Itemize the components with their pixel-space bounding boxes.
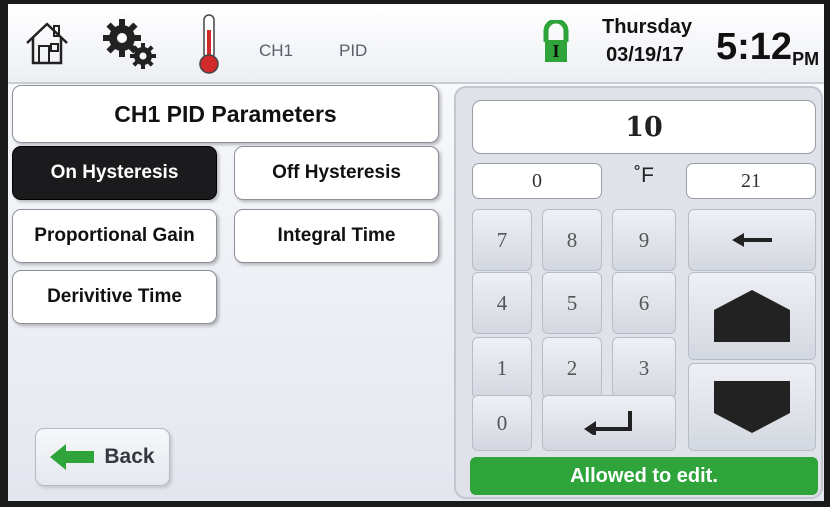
clock: 5:12PM — [716, 26, 819, 69]
gear-icon[interactable] — [100, 16, 160, 72]
edit-status-banner: Allowed to edit. — [470, 457, 818, 495]
enter-button[interactable] — [542, 395, 676, 451]
derivative-time-button[interactable]: Derivitive Time — [12, 270, 217, 324]
key-1[interactable]: 1 — [472, 337, 532, 399]
min-value: 0 — [472, 163, 602, 199]
max-value: 21 — [686, 163, 816, 199]
value-display[interactable]: 10 — [472, 100, 816, 154]
thermometer-icon[interactable] — [196, 12, 222, 76]
key-7[interactable]: 7 — [472, 209, 532, 271]
lock-icon[interactable]: I — [541, 20, 571, 62]
breadcrumb-channel: CH1 — [259, 41, 294, 60]
page-title: CH1 PID Parameters — [12, 85, 439, 143]
off-hysteresis-button[interactable]: Off Hysteresis — [234, 146, 439, 200]
date: 03/19/17 — [606, 44, 684, 66]
back-label: Back — [104, 445, 155, 468]
key-2[interactable]: 2 — [542, 337, 602, 399]
on-hysteresis-button[interactable]: On Hysteresis — [12, 146, 217, 200]
integral-time-button[interactable]: Integral Time — [234, 209, 439, 263]
key-8[interactable]: 8 — [542, 209, 602, 271]
unit-label: ˚F — [634, 164, 654, 187]
home-icon[interactable] — [22, 18, 72, 68]
back-arrow-icon — [50, 444, 95, 470]
breadcrumb-page: PID — [339, 41, 368, 60]
up-button[interactable] — [688, 272, 816, 360]
enter-icon — [584, 411, 632, 435]
back-button[interactable]: Back — [35, 428, 170, 486]
top-bar: CH1 PID I Thursday 03/19/17 5:12PM — [8, 4, 824, 84]
clock-ampm: PM — [792, 49, 820, 69]
down-button[interactable] — [688, 363, 816, 451]
key-5[interactable]: 5 — [542, 272, 602, 334]
key-6[interactable]: 6 — [612, 272, 676, 334]
lock-badge: I — [552, 41, 560, 61]
key-4[interactable]: 4 — [472, 272, 532, 334]
clock-time: 5:12 — [716, 26, 793, 68]
up-arrow-icon — [714, 290, 790, 342]
backspace-button[interactable] — [688, 209, 816, 271]
backspace-icon — [732, 233, 772, 247]
weekday: Thursday — [602, 16, 693, 38]
key-0[interactable]: 0 — [472, 395, 532, 451]
key-9[interactable]: 9 — [612, 209, 676, 271]
screen: CH1 PID I Thursday 03/19/17 5:12PM CH1 P… — [8, 4, 824, 501]
key-3[interactable]: 3 — [612, 337, 676, 399]
proportional-gain-button[interactable]: Proportional Gain — [12, 209, 217, 263]
down-arrow-icon — [714, 381, 790, 433]
